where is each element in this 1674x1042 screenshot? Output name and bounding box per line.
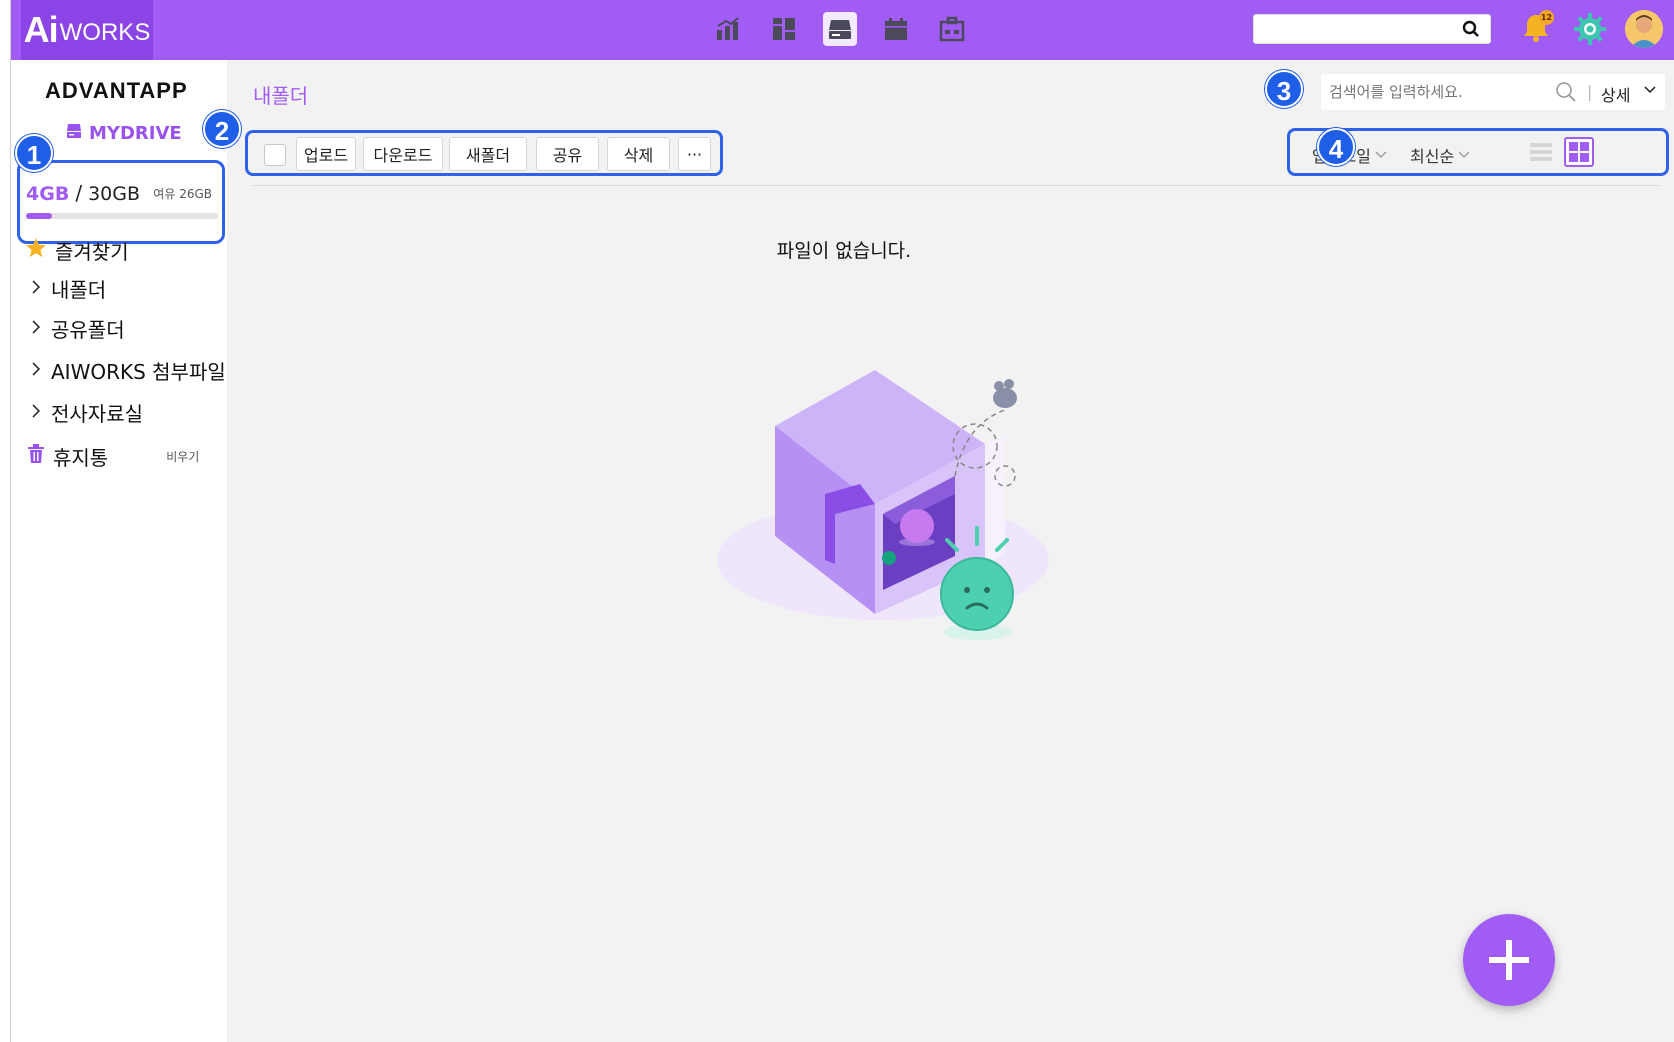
user-avatar[interactable] [1625, 10, 1663, 48]
mydrive-label[interactable]: MYDRIVE [65, 122, 182, 145]
storage-usage-panel: 4GB / 30GB 여유 26GB [17, 160, 225, 244]
chevron-down-icon [1375, 151, 1387, 158]
chevron-down-icon [1458, 151, 1470, 158]
trash-icon [27, 444, 45, 469]
chevron-right-icon[interactable] [29, 403, 43, 422]
tree-item-label: 전사자료실 [51, 402, 143, 426]
callout-marker-1: 1 [15, 134, 53, 172]
main-content: 내폴더 | 상세 업로드 다운로드 새폴더 공유 삭제 ··· 업로드일 [227, 60, 1674, 1042]
sort-order-dropdown[interactable]: 최신순 [1410, 143, 1470, 167]
grid-view-icon [1569, 142, 1589, 162]
file-search-box: | 상세 [1321, 74, 1665, 110]
upload-button[interactable]: 업로드 [296, 137, 356, 171]
dashboard-icon[interactable] [767, 12, 801, 46]
notification-bell-icon[interactable]: 12 [1521, 10, 1554, 48]
favorites-item[interactable]: 즐겨찾기 [25, 236, 129, 265]
plus-icon [1489, 940, 1529, 980]
logo-ai-text: Ai [23, 9, 59, 50]
calendar-icon[interactable] [879, 12, 913, 46]
callout-marker-4: 4 [1317, 128, 1355, 166]
tree-item-label: AIWORKS 첨부파일 [51, 360, 226, 384]
sidebar: ADVANTAPP MYDRIVE 4GB / 30GB 여유 26GB 즐겨찾… [11, 60, 227, 1042]
list-view-button[interactable] [1526, 137, 1556, 167]
advantapp-logo: ADVANTAPP [45, 78, 188, 103]
tree-item-label: 내폴더 [51, 278, 107, 302]
empty-state-message: 파일이 없습니다. [776, 240, 912, 262]
tree-item-company-archive[interactable]: 전사자료실 [29, 398, 143, 427]
chart-icon[interactable] [711, 12, 745, 46]
office-icon[interactable] [935, 12, 969, 46]
storage-total: 30GB [88, 183, 140, 205]
storage-free: 여유 26GB [153, 187, 212, 201]
select-all-checkbox[interactable] [264, 144, 286, 166]
top-navigation-bar: Ai WORKS 12 [11, 0, 1674, 60]
list-view-icon [1530, 143, 1552, 161]
settings-gear-icon[interactable] [1573, 12, 1607, 50]
tree-item-label: 공유폴더 [51, 318, 125, 342]
grid-view-button[interactable] [1564, 137, 1594, 167]
drive-icon [65, 122, 83, 145]
aiworks-logo[interactable]: Ai WORKS [21, 0, 153, 60]
file-toolbar: 업로드 다운로드 새폴더 공유 삭제 ··· [245, 130, 723, 176]
download-button[interactable]: 다운로드 [363, 137, 443, 171]
chevron-right-icon[interactable] [29, 319, 43, 338]
file-search-input[interactable] [1329, 80, 1539, 104]
chevron-down-icon[interactable] [1643, 82, 1657, 101]
search-separator: | [1587, 82, 1593, 101]
favorites-label: 즐겨찾기 [55, 240, 129, 264]
drive-icon[interactable] [823, 12, 857, 46]
delete-button[interactable]: 삭제 [607, 137, 670, 171]
share-button[interactable]: 공유 [536, 137, 599, 171]
storage-used: 4GB [26, 183, 70, 205]
storage-slash: / [75, 181, 83, 205]
search-icon[interactable] [1462, 20, 1480, 42]
page-title: 내폴더 [253, 84, 309, 108]
star-icon [25, 237, 47, 264]
empty-box-illustration [715, 364, 1055, 668]
app-switcher [711, 12, 969, 46]
app-window: Ai WORKS 12 ADVANTAPP MYDRIVE 4GB / 30GB… [10, 0, 1674, 1042]
detail-search-toggle[interactable]: 상세 [1601, 82, 1630, 106]
mydrive-text: MYDRIVE [89, 123, 182, 144]
callout-marker-3: 3 [1265, 70, 1303, 108]
tree-item-my-folder[interactable]: 내폴더 [29, 274, 106, 303]
sort-order-label: 최신순 [1410, 147, 1455, 166]
more-options-button[interactable]: ··· [678, 137, 711, 171]
chevron-right-icon[interactable] [29, 361, 43, 380]
chevron-right-icon[interactable] [29, 279, 43, 298]
trash-item[interactable]: 휴지통 비우기 [27, 442, 199, 471]
global-search-input[interactable] [1253, 14, 1491, 44]
header-divider [253, 185, 1659, 186]
tree-item-shared-folder[interactable]: 공유폴더 [29, 314, 125, 343]
callout-marker-2: 2 [203, 110, 241, 148]
search-icon[interactable] [1555, 81, 1577, 107]
new-folder-button[interactable]: 새폴더 [449, 137, 527, 171]
storage-progress-fill [26, 213, 52, 219]
add-button[interactable] [1463, 914, 1555, 1006]
notification-badge: 12 [1539, 10, 1554, 25]
tree-item-aiworks-attachments[interactable]: AIWORKS 첨부파일 [29, 356, 226, 385]
trash-label: 휴지통 [53, 446, 109, 470]
storage-progress-bar [26, 213, 218, 219]
logo-works-text: WORKS [59, 19, 151, 46]
empty-trash-link[interactable]: 비우기 [166, 448, 199, 465]
